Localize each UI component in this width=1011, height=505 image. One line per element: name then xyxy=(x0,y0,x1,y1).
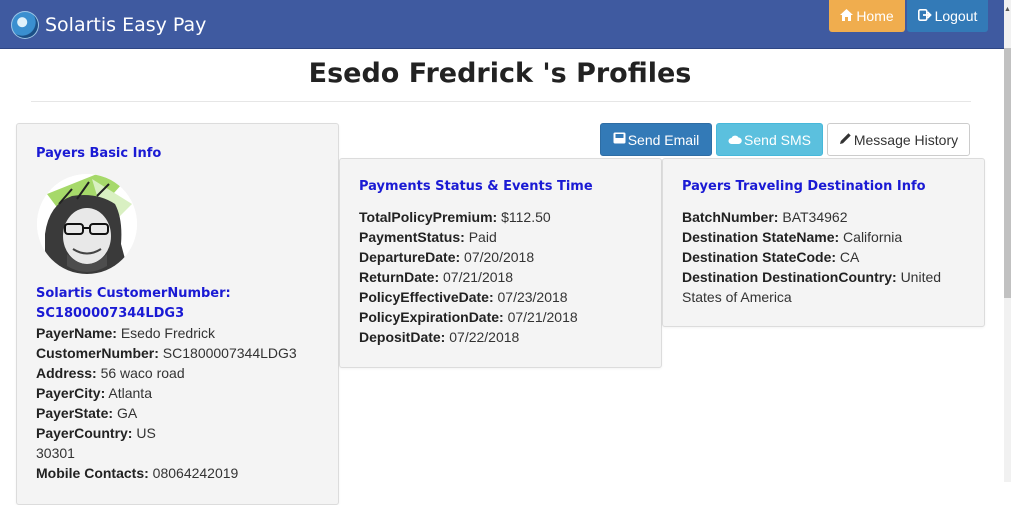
field-customer-number: CustomerNumber: SC1800007344LDG3 xyxy=(36,343,297,363)
field-address: Address: 56 waco road xyxy=(36,363,297,383)
field-label: PayerCity: xyxy=(36,385,106,401)
field-label: PayerName: xyxy=(36,325,117,341)
field-value: 07/23/2018 xyxy=(497,289,568,305)
field-return-date: ReturnDate: 07/21/2018 xyxy=(359,267,649,287)
home-button[interactable]: Home xyxy=(829,0,905,32)
inbox-icon xyxy=(613,132,626,147)
field-label: Mobile Contacts: xyxy=(36,465,149,481)
field-value: CA xyxy=(839,249,860,265)
field-label: Destination DestinationCountry: xyxy=(682,269,897,285)
field-label: BatchNumber: xyxy=(682,209,779,225)
send-email-label: Send Email xyxy=(627,131,700,148)
field-label: Destination StateName: xyxy=(682,229,840,245)
field-label: Address: xyxy=(36,365,97,381)
field-value: 56 waco road xyxy=(100,365,185,381)
basic-info-fields: PayerName: Esedo Fredrick CustomerNumber… xyxy=(36,323,297,483)
field-label: TotalPolicyPremium: xyxy=(359,209,498,225)
field-total-policy-premium: TotalPolicyPremium: $112.50 xyxy=(359,207,649,227)
field-departure-date: DepartureDate: 07/20/2018 xyxy=(359,247,649,267)
field-value: 07/21/2018 xyxy=(443,269,514,285)
field-payer-name: PayerName: Esedo Fredrick xyxy=(36,323,297,343)
field-label: Destination StateCode: xyxy=(682,249,837,265)
field-value: 08064242019 xyxy=(152,465,239,481)
field-destination-state-name: Destination StateName: California xyxy=(682,227,972,247)
scrollbar-thumb[interactable] xyxy=(1004,48,1011,298)
globe-logo-icon xyxy=(11,11,39,39)
field-label: ReturnDate: xyxy=(359,269,440,285)
payment-status-panel: Payments Status & Events Time TotalPolic… xyxy=(339,158,662,368)
field-payer-state: PayerState: GA xyxy=(36,403,297,423)
field-policy-effective-date: PolicyEffectiveDate: 07/23/2018 xyxy=(359,287,649,307)
destination-fields: BatchNumber: BAT34962 Destination StateN… xyxy=(682,207,972,307)
field-value: 07/22/2018 xyxy=(449,329,520,345)
field-value: $112.50 xyxy=(501,209,551,225)
send-sms-label: Send SMS xyxy=(744,131,811,148)
scroll-up-icon[interactable]: ▲ xyxy=(1004,6,1011,13)
field-label: CustomerNumber: xyxy=(36,345,159,361)
message-history-label: Message History xyxy=(853,131,959,148)
field-label: DepartureDate: xyxy=(359,249,461,265)
field-value: Esedo Fredrick xyxy=(120,325,215,341)
cloud-icon xyxy=(728,132,742,147)
page-title: Esedo Fredrick 's Profiles xyxy=(308,58,692,89)
field-value: Atlanta xyxy=(108,385,152,401)
send-sms-button[interactable]: Send SMS xyxy=(716,123,823,156)
vertical-scrollbar[interactable]: ▲ xyxy=(1004,0,1011,482)
field-label: PaymentStatus: xyxy=(359,229,465,245)
field-value: 07/21/2018 xyxy=(507,309,578,325)
field-value: 07/20/2018 xyxy=(464,249,535,265)
field-destination-state-code: Destination StateCode: CA xyxy=(682,247,972,267)
logout-label: Logout xyxy=(934,8,978,24)
field-zip: 30301 xyxy=(36,445,75,461)
field-policy-expiration-date: PolicyExpirationDate: 07/21/2018 xyxy=(359,307,649,327)
field-value: SC1800007344LDG3 xyxy=(162,345,297,361)
send-email-button[interactable]: Send Email xyxy=(600,123,712,156)
field-value: US xyxy=(136,425,156,441)
brand[interactable]: Solartis Easy Pay xyxy=(11,10,206,40)
field-value: BAT34962 xyxy=(782,209,848,225)
logout-button[interactable]: Logout xyxy=(907,0,988,32)
field-batch-number: BatchNumber: BAT34962 xyxy=(682,207,972,227)
top-navbar: Solartis Easy Pay Home Logout xyxy=(0,0,1004,49)
home-icon xyxy=(840,8,854,24)
payer-basic-info-panel: Payers Basic Info Solartis CustomerNumbe… xyxy=(16,123,339,505)
divider xyxy=(31,101,971,102)
field-deposit-date: DepositDate: 07/22/2018 xyxy=(359,327,649,347)
destination-info-panel: Payers Traveling Destination Info BatchN… xyxy=(662,158,985,327)
pencil-icon xyxy=(839,132,852,148)
payment-status-fields: TotalPolicyPremium: $112.50 PaymentStatu… xyxy=(359,207,649,347)
field-value: California xyxy=(843,229,903,245)
field-label: PolicyExpirationDate: xyxy=(359,309,504,325)
field-mobile-contacts: Mobile Contacts: 08064242019 xyxy=(36,463,297,483)
field-payer-city: PayerCity: Atlanta xyxy=(36,383,297,403)
field-value: Paid xyxy=(468,229,497,245)
basic-info-heading: Payers Basic Info xyxy=(36,146,162,161)
field-label: PayerState: xyxy=(36,405,114,421)
field-label: PayerCountry: xyxy=(36,425,133,441)
field-payer-country: PayerCountry: US xyxy=(36,423,297,443)
customer-number-heading: Solartis CustomerNumber: SC1800007344LDG… xyxy=(36,286,231,321)
field-label: DepositDate: xyxy=(359,329,446,345)
brand-name: Solartis Easy Pay xyxy=(45,14,207,36)
destination-heading: Payers Traveling Destination Info xyxy=(682,179,926,194)
payment-status-heading: Payments Status & Events Time xyxy=(359,179,593,194)
field-destination-country: Destination DestinationCountry: United S… xyxy=(682,267,972,307)
message-history-button[interactable]: Message History xyxy=(827,123,970,156)
field-payment-status: PaymentStatus: Paid xyxy=(359,227,649,247)
avatar xyxy=(37,174,137,274)
logout-icon xyxy=(917,8,932,24)
home-label: Home xyxy=(856,8,894,24)
field-value: GA xyxy=(116,405,138,421)
field-label: PolicyEffectiveDate: xyxy=(359,289,494,305)
